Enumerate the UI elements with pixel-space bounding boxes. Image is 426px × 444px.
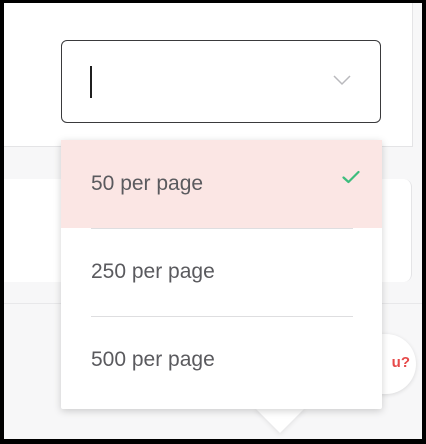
option-50-per-page[interactable]: 50 per page	[61, 140, 382, 228]
check-icon	[342, 170, 360, 184]
page-frame: u? 50 per page 250 per page 500 per page	[4, 3, 422, 439]
option-label: 50 per page	[91, 172, 204, 195]
per-page-select[interactable]	[61, 40, 381, 123]
option-label: 250 per page	[91, 260, 215, 283]
chevron-down-icon[interactable]	[332, 73, 352, 87]
text-cursor	[90, 66, 92, 98]
chat-widget-text: u?	[391, 354, 410, 371]
option-label: 500 per page	[91, 348, 215, 371]
chat-widget-tail	[254, 407, 306, 433]
per-page-dropdown-menu: 50 per page 250 per page 500 per page	[61, 140, 382, 409]
option-250-per-page[interactable]: 250 per page	[61, 228, 382, 316]
option-500-per-page[interactable]: 500 per page	[61, 316, 382, 404]
